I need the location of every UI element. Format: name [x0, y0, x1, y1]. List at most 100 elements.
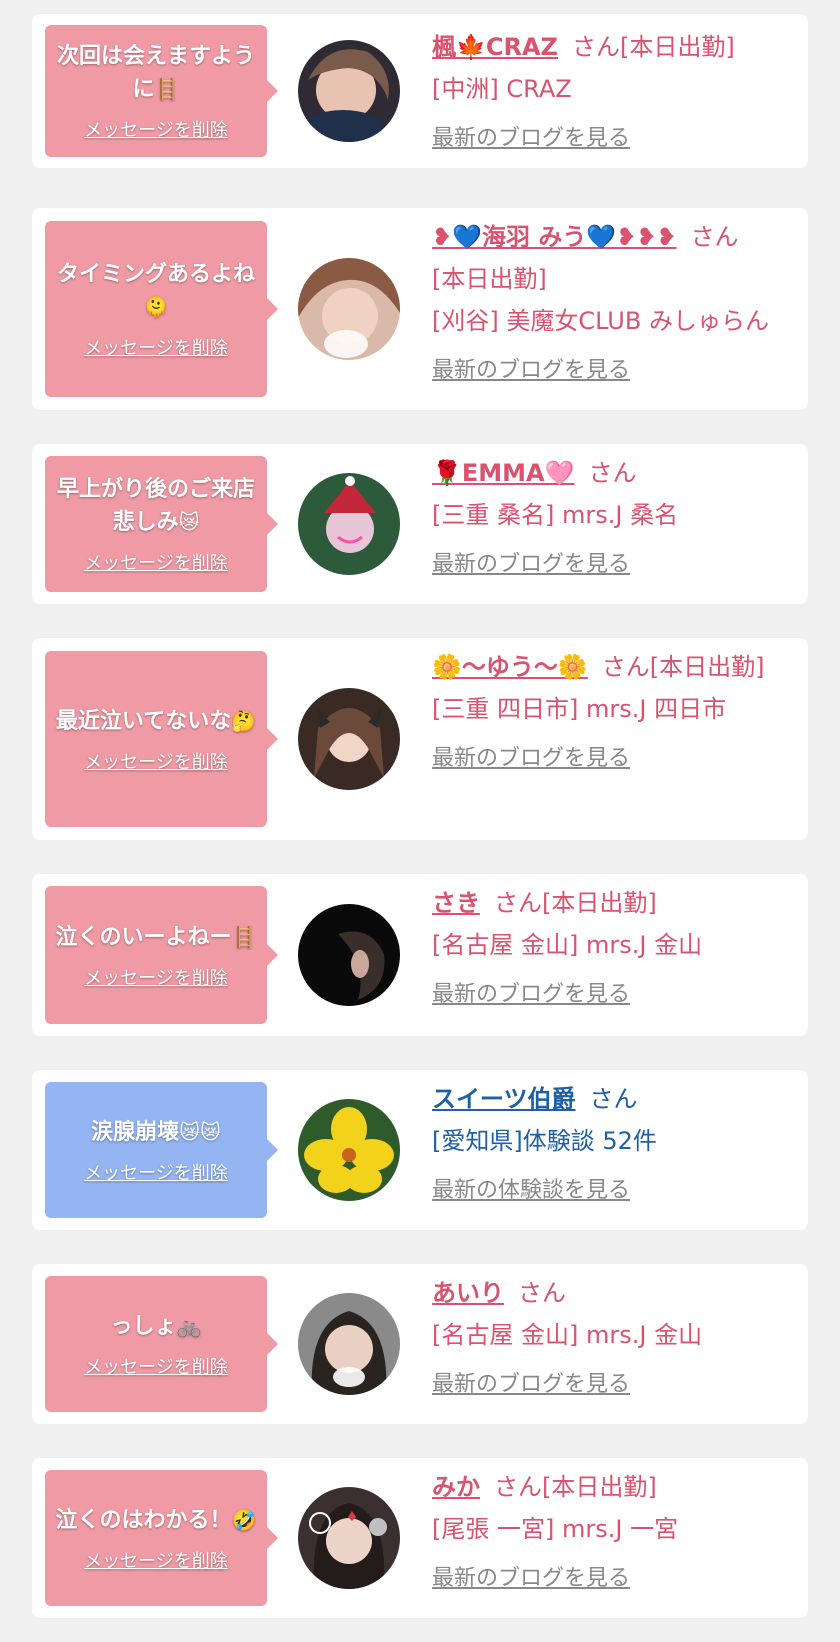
message-emoji: 🪜 [154, 77, 180, 101]
work-status: [本日出勤] [542, 889, 657, 917]
avatar[interactable] [298, 258, 400, 360]
message-card: 早上がり後のご来店悲しみ😿 メッセージを削除 🌹EMMA🩷 さん [三重 桑名] … [32, 444, 808, 604]
avatar[interactable] [298, 1487, 400, 1589]
honorific: さん [494, 1473, 542, 1501]
avatar[interactable] [298, 1293, 400, 1395]
cast-name-line: さき さん[本日出勤] [432, 882, 790, 924]
shop-name: [刈谷] 美魔女CLUB みしゅらん [432, 307, 769, 335]
message-card: っしょ🚲 メッセージを削除 あいり さん [名古屋 金山] mrs.J 金山 最新… [32, 1264, 808, 1424]
avatar[interactable] [298, 40, 400, 142]
message-card: 泣くのはわかる！🤣 メッセージを削除 みか さん[本日出勤] [尾張 一宮] mr… [32, 1458, 808, 1618]
cast-name-line: 🌹EMMA🩷 さん [432, 452, 790, 494]
review-count: [愛知県]体験談 52件 [432, 1127, 657, 1155]
cast-name-link[interactable]: 🌹EMMA🩷 [432, 459, 575, 487]
shop-name: [三重 四日市] mrs.J 四日市 [432, 695, 727, 723]
message-bubble: 泣くのはわかる！🤣 メッセージを削除 [45, 1470, 278, 1606]
honorific: さん [588, 459, 637, 487]
message-bubble: 次回は会えますように🪜 メッセージを削除 [45, 25, 278, 157]
message-bubble: 泣くのいーよねー🪜 メッセージを削除 [45, 886, 278, 1024]
cast-name-link[interactable]: あいり [432, 1279, 504, 1307]
honorific: さん [589, 1085, 638, 1113]
cast-info: あいり さん [名古屋 金山] mrs.J 金山 最新のブログを見る [432, 1272, 790, 1406]
honorific: さん [571, 33, 620, 61]
cast-name-link[interactable]: みか [432, 1473, 480, 1501]
message-body: タイミングあるよね [56, 262, 255, 287]
cast-info: 楓🍁CRAZ さん[本日出勤] [中洲] CRAZ 最新のブログを見る [432, 26, 790, 160]
message-body: 最近泣いてないな [55, 708, 232, 734]
cast-info: みか さん[本日出勤] [尾張 一宮] mrs.J 一宮 最新のブログを見る [432, 1466, 790, 1600]
cast-info: ❥💙海羽 みう💙❥❥❥ さん [本日出勤] [刈谷] 美魔女CLUB みしゅらん … [432, 216, 790, 392]
avatar[interactable] [298, 688, 400, 790]
cast-name-link[interactable]: 楓🍁CRAZ [432, 33, 558, 61]
honorific: さん [494, 889, 542, 917]
message-text: 涙腺崩壊😿😿 [91, 1116, 221, 1149]
message-text: タイミングあるよね 🫠 [55, 258, 257, 324]
message-emoji: 🪜 [231, 924, 257, 949]
message-body: っしょ [110, 1313, 177, 1339]
honorific: さん [690, 223, 739, 251]
avatar[interactable] [298, 1099, 400, 1201]
cast-name-line: みか さん[本日出勤] [432, 1466, 790, 1508]
cast-name-line: あいり さん [432, 1272, 790, 1314]
message-emoji: 🫠 [143, 295, 169, 319]
message-card: 涙腺崩壊😿😿 メッセージを削除 スイーツ伯爵 さん [愛知県]体験談 52件 最新… [32, 1070, 808, 1230]
message-bubble: 涙腺崩壊😿😿 メッセージを削除 [45, 1082, 278, 1218]
work-status: [本日出勤] [649, 653, 765, 681]
shop-name: [名古屋 金山] mrs.J 金山 [432, 1321, 703, 1349]
message-text: 次回は会えますように🪜 [55, 40, 257, 106]
delete-message-link[interactable]: メッセージを削除 [84, 549, 228, 575]
message-emoji: 😿 [178, 510, 200, 534]
cast-info: 🌹EMMA🩷 さん [三重 桑名] mrs.J 桑名 最新のブログを見る [432, 452, 790, 586]
message-body: 涙腺崩壊 [91, 1119, 180, 1145]
latest-blog-link[interactable]: 最新のブログを見る [432, 544, 790, 586]
shop-name: [三重 桑名] mrs.J 桑名 [432, 501, 679, 529]
message-emoji: 🤔 [231, 708, 257, 733]
reviewer-name-link[interactable]: スイーツ伯爵 [432, 1085, 576, 1113]
delete-message-link[interactable]: メッセージを削除 [84, 964, 228, 990]
latest-blog-link[interactable]: 最新のブログを見る [432, 1558, 790, 1600]
latest-blog-link[interactable]: 最新のブログを見る [432, 738, 790, 780]
message-card: 最近泣いてないな🤔 メッセージを削除 🌼〜ゆう〜🌼 さん[本日出勤] [三重 四日… [32, 638, 808, 840]
honorific: さん [601, 653, 650, 681]
avatar[interactable] [298, 473, 400, 575]
message-bubble: タイミングあるよね 🫠 メッセージを削除 [45, 221, 278, 397]
delete-message-link[interactable]: メッセージを削除 [84, 1159, 228, 1185]
delete-message-link[interactable]: メッセージを削除 [84, 116, 228, 142]
cast-name-line: スイーツ伯爵 さん [432, 1078, 790, 1120]
latest-blog-link[interactable]: 最新のブログを見る [432, 1364, 790, 1406]
cast-info: スイーツ伯爵 さん [愛知県]体験談 52件 最新の体験談を見る [432, 1078, 790, 1212]
work-status: [本日出勤] [619, 33, 735, 61]
message-card: 泣くのいーよねー🪜 メッセージを削除 さき さん[本日出勤] [名古屋 金山] m… [32, 874, 808, 1036]
shop-name: [名古屋 金山] mrs.J 金山 [432, 931, 703, 959]
message-text: 最近泣いてないな🤔 [56, 705, 256, 738]
message-card: タイミングあるよね 🫠 メッセージを削除 ❥💙海羽 みう💙❥❥❥ さん [本日出勤]… [32, 208, 808, 410]
message-text: 泣くのいーよねー🪜 [56, 921, 257, 954]
latest-blog-link[interactable]: 最新のブログを見る [432, 350, 790, 392]
cast-name-line: 🌼〜ゆう〜🌼 さん[本日出勤] [432, 646, 790, 688]
message-bubble: っしょ🚲 メッセージを削除 [45, 1276, 278, 1412]
latest-blog-link[interactable]: 最新のブログを見る [432, 974, 790, 1016]
work-status: [本日出勤] [432, 265, 547, 293]
delete-message-link[interactable]: メッセージを削除 [84, 1353, 228, 1379]
message-emoji: 🚲 [176, 1313, 202, 1338]
delete-message-link[interactable]: メッセージを削除 [84, 748, 228, 774]
cast-name-line: 楓🍁CRAZ さん[本日出勤] [432, 26, 790, 68]
delete-message-link[interactable]: メッセージを削除 [84, 1547, 228, 1573]
message-emoji: 😿😿 [179, 1119, 221, 1144]
cast-name-link[interactable]: ❥💙海羽 みう💙❥❥❥ [432, 223, 677, 251]
latest-review-link[interactable]: 最新の体験談を見る [432, 1170, 790, 1212]
honorific: さん [518, 1279, 566, 1307]
cast-name-link[interactable]: さき [432, 889, 480, 917]
delete-message-link[interactable]: メッセージを削除 [84, 334, 228, 360]
shop-name: [中洲] CRAZ [432, 75, 572, 103]
message-text: っしょ🚲 [111, 1310, 202, 1343]
cast-info: さき さん[本日出勤] [名古屋 金山] mrs.J 金山 最新のブログを見る [432, 882, 790, 1016]
latest-blog-link[interactable]: 最新のブログを見る [432, 118, 790, 160]
message-body: 泣くのはわかる！ [55, 1507, 232, 1533]
avatar[interactable] [298, 904, 400, 1006]
message-body: 早上がり後のご来店悲しみ [56, 477, 255, 535]
message-text: 早上がり後のご来店悲しみ😿 [55, 473, 257, 539]
shop-name: [尾張 一宮] mrs.J 一宮 [432, 1515, 679, 1543]
work-status: [本日出勤] [542, 1473, 657, 1501]
cast-name-link[interactable]: 🌼〜ゆう〜🌼 [432, 653, 588, 681]
